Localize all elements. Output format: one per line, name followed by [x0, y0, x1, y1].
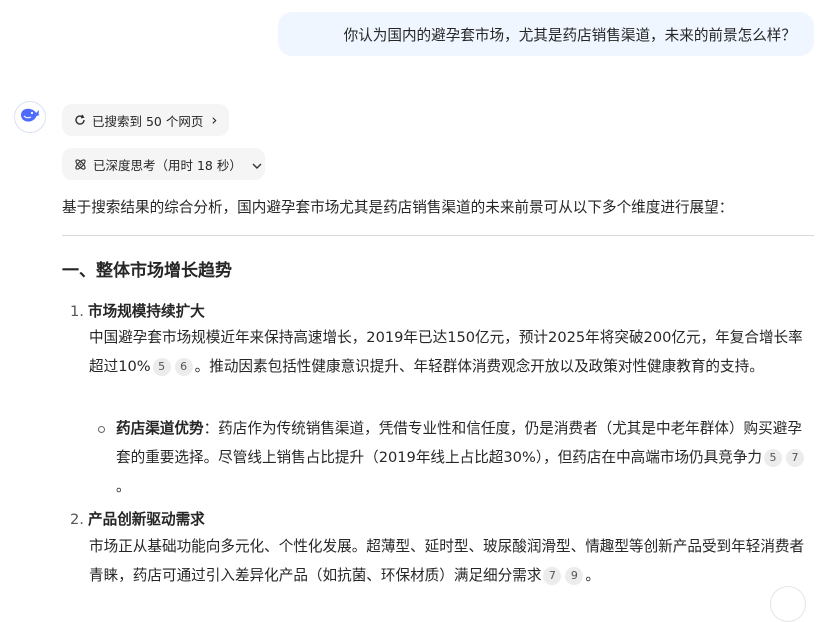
divider: [62, 235, 814, 236]
list-number: 2.: [70, 511, 84, 528]
chevron-right-icon: ›: [211, 111, 218, 129]
citation-badge[interactable]: 7: [543, 567, 562, 585]
bullet-marker: [98, 426, 105, 433]
user-message-text: 你认为国内的避孕套市场，尤其是药店销售渠道，未来的前景怎么样？: [343, 26, 796, 44]
sub-item-title: 药店渠道优势: [116, 420, 204, 437]
list-item-body: 市场正从基础功能向多元化、个性化发展。超薄型、延时型、玻尿酸润滑型、情趣型等创新…: [89, 532, 817, 590]
assistant-avatar: [14, 101, 46, 133]
search-chip-label: 已搜索到 50 个网页: [92, 113, 204, 129]
list-item-body: 中国避孕套市场规模近年来保持高速增长，2019年已达150亿元，预计2025年将…: [89, 323, 817, 381]
citation-badge[interactable]: 5: [152, 358, 171, 376]
deep-thinking-chip[interactable]: 已深度思考（用时 18 秒）: [62, 148, 265, 180]
body-text: 。: [585, 567, 601, 584]
sub-list-item: 药店渠道优势：药店作为传统销售渠道，凭借专业性和信任度，仍是消费者（尤其是中老年…: [116, 414, 816, 501]
body-text: 。: [116, 478, 131, 495]
scroll-to-bottom-button[interactable]: [770, 586, 806, 622]
list-item-title: 市场规模持续扩大: [88, 303, 205, 320]
citation-badge[interactable]: 5: [764, 449, 783, 467]
chevron-down-icon: [252, 157, 262, 172]
body-text: ：药店作为传统销售渠道，凭借专业性和信任度，仍是消费者（尤其是中老年群体）购买避…: [116, 420, 802, 466]
list-item-heading: 1. 市场规模持续扩大: [70, 300, 205, 321]
section-heading: 一、整体市场增长趋势: [62, 261, 232, 281]
atom-icon: [74, 157, 87, 171]
citation-badge[interactable]: 6: [174, 358, 193, 376]
list-item-heading: 2. 产品创新驱动需求: [70, 508, 205, 529]
answer-intro: 基于搜索结果的综合分析，国内避孕套市场尤其是药店销售渠道的未来前景可从以下多个维…: [62, 199, 734, 216]
search-results-chip[interactable]: 已搜索到 50 个网页 ›: [62, 104, 229, 136]
list-number: 1.: [70, 303, 84, 320]
user-message-bubble: 你认为国内的避孕套市场，尤其是药店销售渠道，未来的前景怎么样？: [278, 12, 814, 56]
refresh-icon: [74, 113, 86, 127]
body-text: 市场正从基础功能向多元化、个性化发展。超薄型、延时型、玻尿酸润滑型、情趣型等创新…: [89, 538, 805, 584]
body-text: 。推动因素包括性健康意识提升、年轻群体消费观念开放以及政策对性健康教育的支持。: [194, 358, 764, 375]
citation-badge[interactable]: 7: [786, 449, 805, 467]
citation-badge[interactable]: 9: [565, 567, 584, 585]
whale-logo-icon: [19, 106, 41, 128]
think-chip-label: 已深度思考（用时 18 秒）: [93, 157, 242, 173]
list-item-title: 产品创新驱动需求: [88, 511, 205, 528]
